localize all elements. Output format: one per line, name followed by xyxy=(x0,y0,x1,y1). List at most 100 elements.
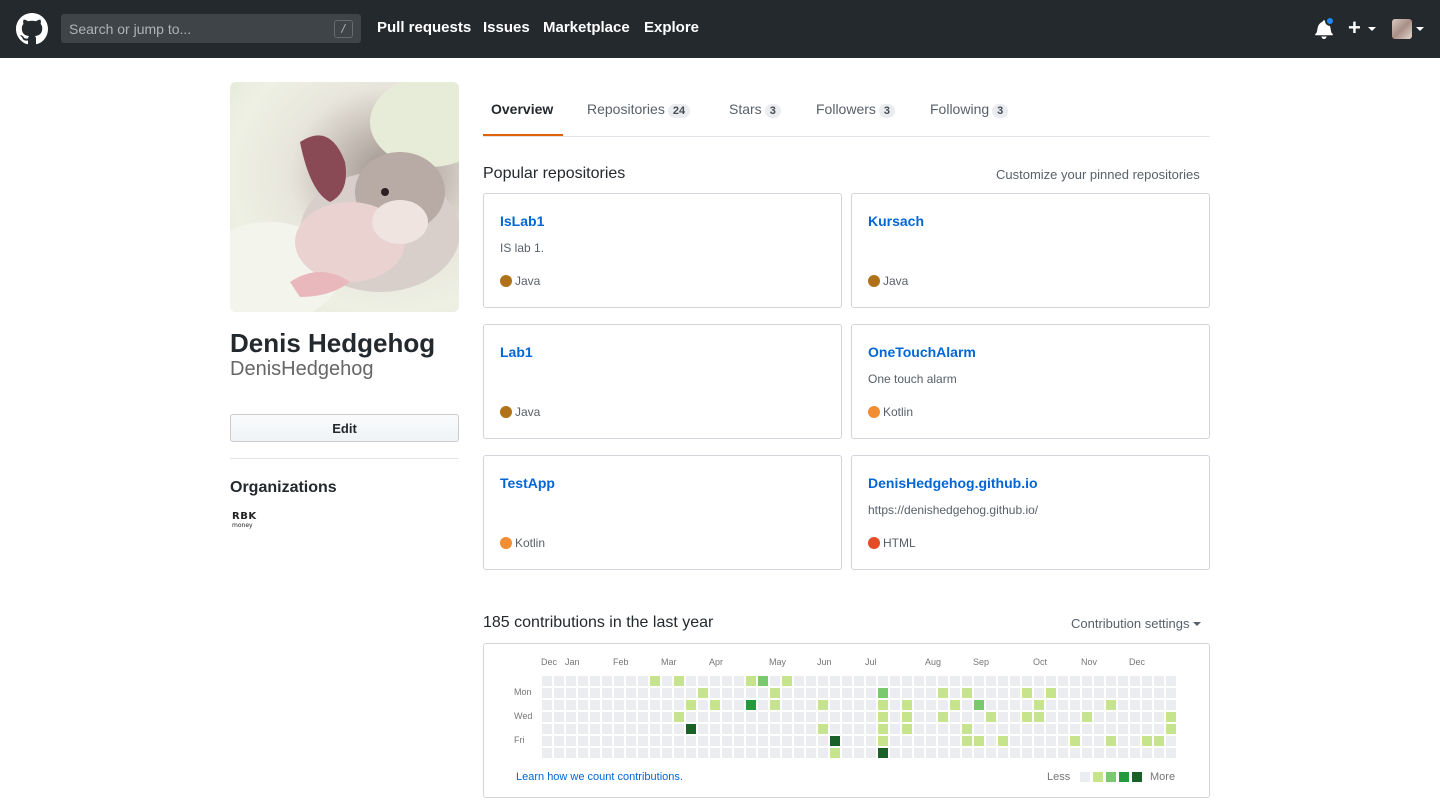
contribution-day[interactable] xyxy=(1082,700,1092,710)
contribution-day[interactable] xyxy=(926,676,936,686)
contribution-day[interactable] xyxy=(1070,712,1080,722)
contribution-day[interactable] xyxy=(698,700,708,710)
contribution-day[interactable] xyxy=(938,700,948,710)
contribution-day[interactable] xyxy=(1106,700,1116,710)
contribution-day[interactable] xyxy=(746,688,756,698)
contribution-day[interactable] xyxy=(770,736,780,746)
contribution-day[interactable] xyxy=(1022,676,1032,686)
contribution-day[interactable] xyxy=(1118,700,1128,710)
contribution-day[interactable] xyxy=(902,676,912,686)
contribution-day[interactable] xyxy=(818,688,828,698)
contribution-day[interactable] xyxy=(842,724,852,734)
contribution-day[interactable] xyxy=(878,688,888,698)
contribution-day[interactable] xyxy=(1154,748,1164,758)
contribution-day[interactable] xyxy=(962,736,972,746)
contribution-day[interactable] xyxy=(1010,736,1020,746)
contribution-day[interactable] xyxy=(842,736,852,746)
contribution-day[interactable] xyxy=(746,700,756,710)
contribution-day[interactable] xyxy=(662,688,672,698)
contribution-day[interactable] xyxy=(1166,724,1176,734)
contribution-day[interactable] xyxy=(1034,676,1044,686)
contribution-day[interactable] xyxy=(686,712,696,722)
contribution-day[interactable] xyxy=(1070,748,1080,758)
contribution-day[interactable] xyxy=(794,700,804,710)
contribution-day[interactable] xyxy=(986,688,996,698)
contribution-day[interactable] xyxy=(1106,688,1116,698)
contribution-day[interactable] xyxy=(554,700,564,710)
contribution-day[interactable] xyxy=(914,688,924,698)
contribution-day[interactable] xyxy=(722,712,732,722)
contribution-day[interactable] xyxy=(638,700,648,710)
contribution-day[interactable] xyxy=(818,736,828,746)
tab-repositories[interactable]: Repositories 24 xyxy=(587,101,691,118)
contribution-day[interactable] xyxy=(806,676,816,686)
contribution-day[interactable] xyxy=(722,724,732,734)
contribution-day[interactable] xyxy=(674,688,684,698)
contribution-day[interactable] xyxy=(794,676,804,686)
contribution-day[interactable] xyxy=(698,736,708,746)
contribution-day[interactable] xyxy=(602,712,612,722)
contribution-day[interactable] xyxy=(638,676,648,686)
contribution-day[interactable] xyxy=(1058,724,1068,734)
contribution-day[interactable] xyxy=(614,736,624,746)
contribution-day[interactable] xyxy=(1070,676,1080,686)
contribution-day[interactable] xyxy=(1166,688,1176,698)
contribution-day[interactable] xyxy=(818,748,828,758)
contribution-day[interactable] xyxy=(1118,712,1128,722)
contribution-day[interactable] xyxy=(818,676,828,686)
contribution-day[interactable] xyxy=(650,712,660,722)
contribution-day[interactable] xyxy=(1022,700,1032,710)
contribution-day[interactable] xyxy=(878,676,888,686)
contribution-day[interactable] xyxy=(626,736,636,746)
contribution-day[interactable] xyxy=(554,688,564,698)
contribution-day[interactable] xyxy=(890,688,900,698)
contribution-day[interactable] xyxy=(1106,676,1116,686)
contribution-day[interactable] xyxy=(590,700,600,710)
contribution-day[interactable] xyxy=(854,676,864,686)
contribution-day[interactable] xyxy=(950,736,960,746)
org-rbk-money-logo[interactable]: RBK money xyxy=(232,512,257,530)
contribution-day[interactable] xyxy=(926,712,936,722)
contribution-day[interactable] xyxy=(566,676,576,686)
contribution-day[interactable] xyxy=(914,676,924,686)
contribution-day[interactable] xyxy=(878,736,888,746)
contribution-day[interactable] xyxy=(974,676,984,686)
profile-avatar[interactable] xyxy=(230,82,459,312)
contribution-day[interactable] xyxy=(650,688,660,698)
contribution-day[interactable] xyxy=(902,688,912,698)
contribution-day[interactable] xyxy=(1154,724,1164,734)
contribution-day[interactable] xyxy=(1094,736,1104,746)
contribution-day[interactable] xyxy=(758,676,768,686)
contribution-day[interactable] xyxy=(782,736,792,746)
contribution-day[interactable] xyxy=(578,688,588,698)
contribution-day[interactable] xyxy=(626,688,636,698)
contribution-day[interactable] xyxy=(830,676,840,686)
contribution-day[interactable] xyxy=(626,700,636,710)
contribution-day[interactable] xyxy=(734,676,744,686)
contribution-day[interactable] xyxy=(986,736,996,746)
contribution-day[interactable] xyxy=(1022,712,1032,722)
contribution-day[interactable] xyxy=(986,724,996,734)
contribution-day[interactable] xyxy=(986,676,996,686)
contribution-day[interactable] xyxy=(578,736,588,746)
contribution-day[interactable] xyxy=(1010,748,1020,758)
contribution-day[interactable] xyxy=(1034,688,1044,698)
chevron-down-icon[interactable] xyxy=(1416,27,1424,31)
contribution-day[interactable] xyxy=(770,688,780,698)
contribution-day[interactable] xyxy=(950,676,960,686)
contribution-day[interactable] xyxy=(650,748,660,758)
contribution-day[interactable] xyxy=(698,712,708,722)
contribution-day[interactable] xyxy=(914,712,924,722)
contribution-day[interactable] xyxy=(866,724,876,734)
contribution-day[interactable] xyxy=(746,724,756,734)
contribution-day[interactable] xyxy=(758,700,768,710)
repo-name-link[interactable]: DenisHedgehog.github.io xyxy=(868,475,1038,491)
contribution-day[interactable] xyxy=(1118,724,1128,734)
contribution-day[interactable] xyxy=(650,724,660,734)
contribution-day[interactable] xyxy=(566,688,576,698)
contribution-day[interactable] xyxy=(650,676,660,686)
contribution-day[interactable] xyxy=(782,748,792,758)
contribution-day[interactable] xyxy=(1154,712,1164,722)
contribution-day[interactable] xyxy=(974,748,984,758)
contribution-day[interactable] xyxy=(890,724,900,734)
